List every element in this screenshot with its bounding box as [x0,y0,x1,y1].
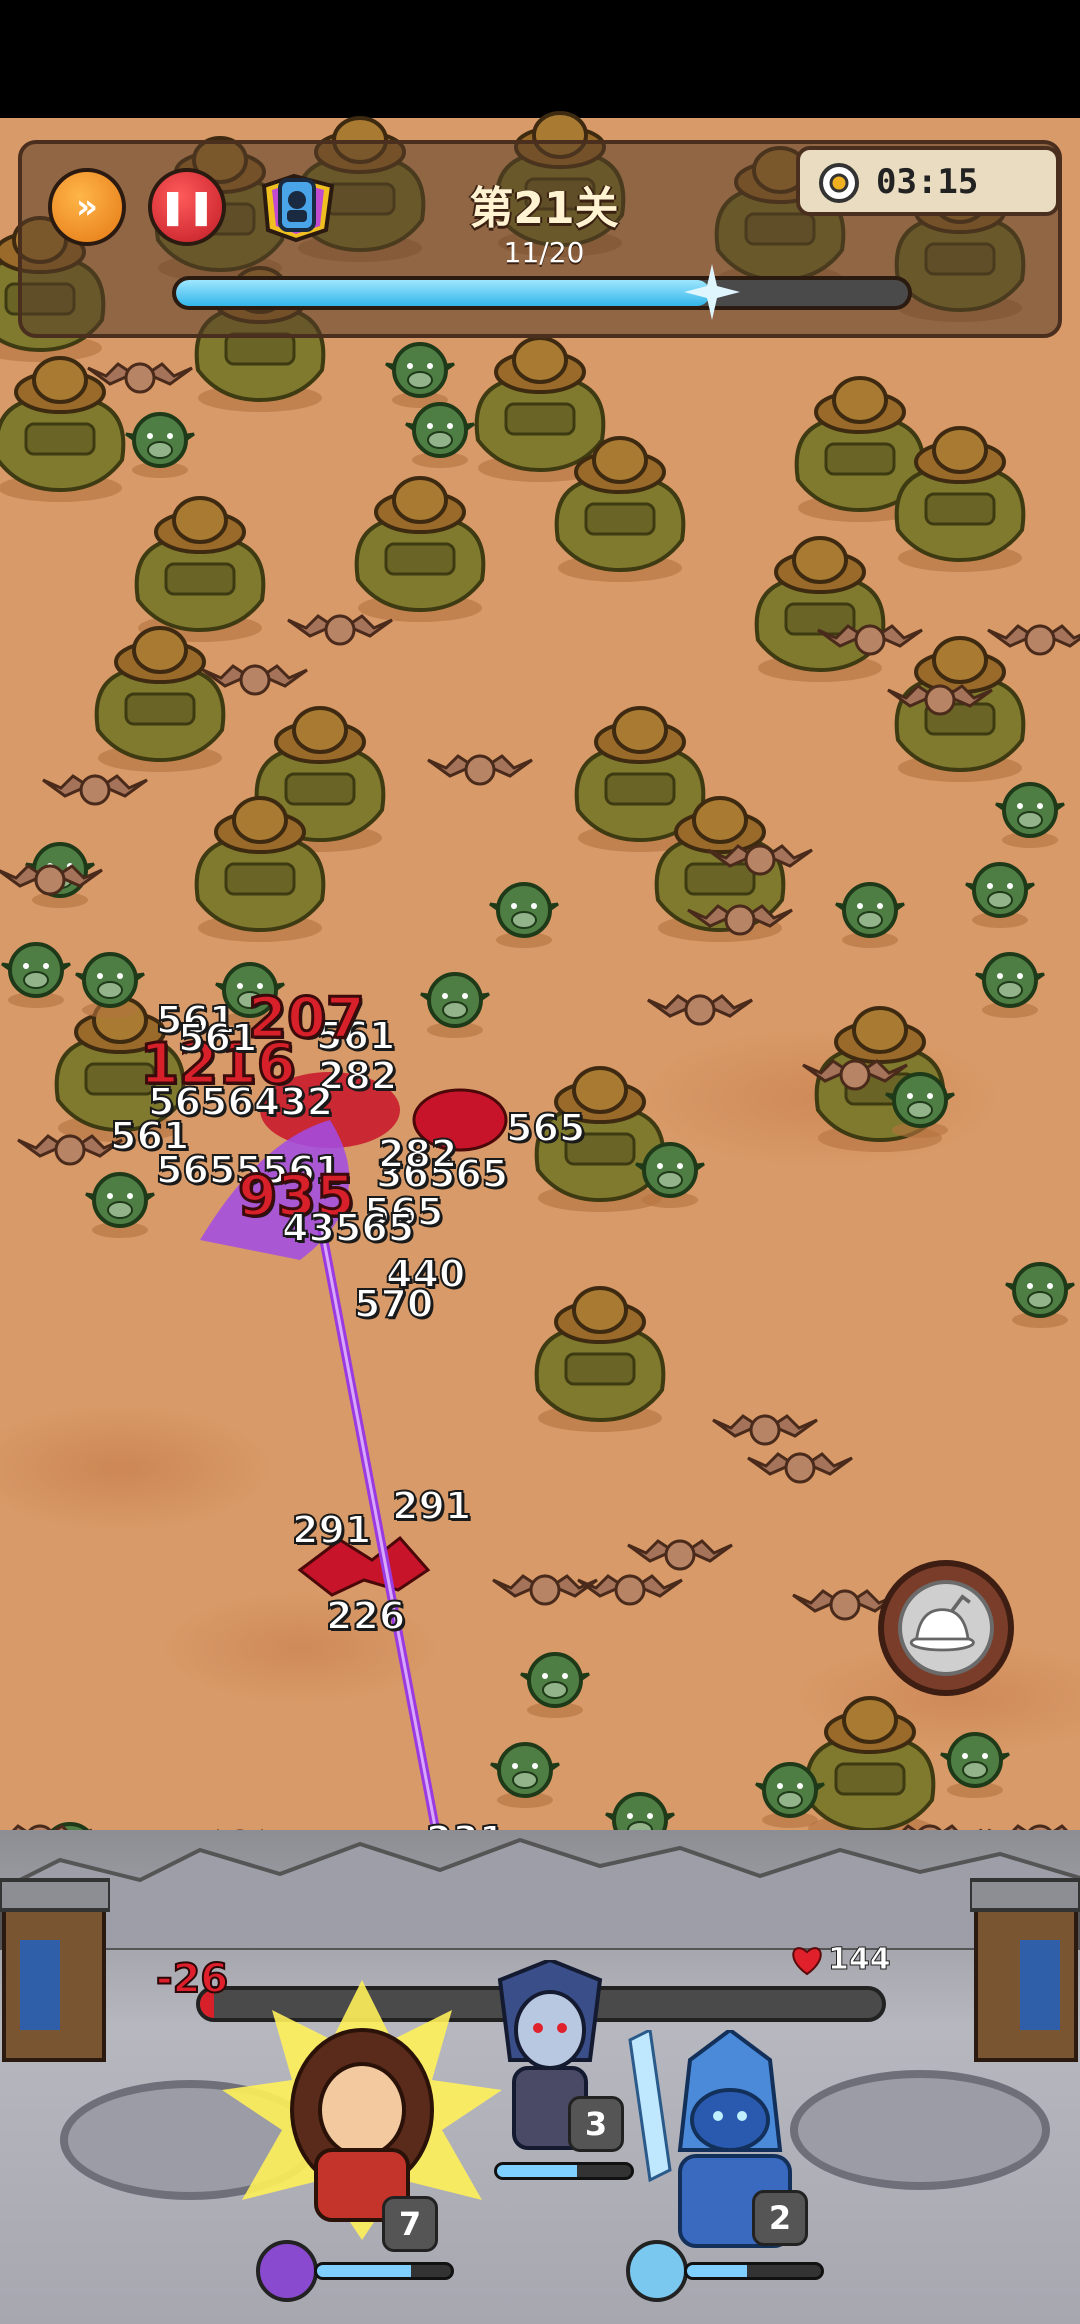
hero-mana-bar [684,2262,824,2280]
heart-icon [792,1947,822,1976]
damage-number: 570 [353,1281,434,1327]
damage-number: 282 [377,1131,458,1177]
wave-progress-bar [172,276,912,310]
hero-level-badge: 3 [568,2096,624,2152]
rock-wall [0,1837,1080,1950]
hero-level-badge: 7 [382,2196,438,2252]
wave-counter: 11/20 [503,236,585,269]
hero-mana-bar [494,2162,634,2180]
damage-number: 561 [177,1015,258,1061]
damage-number: 43565 [281,1205,415,1251]
hero-mana-bar [314,2262,454,2280]
clock-icon [819,163,859,203]
right-tower [970,1878,1080,2062]
damage-number: 565 [505,1105,586,1151]
left-tower [0,1878,110,2062]
wave-progress-fill [176,280,711,306]
food-plate-icon [898,1580,994,1676]
progress-spark-icon [684,264,741,320]
damage-number: 291 [391,1483,472,1529]
timer-text: 03:15 [876,162,979,202]
hero-mana-fill [687,2265,748,2277]
hero-level-badge: 2 [752,2190,808,2246]
hero-mana-fill [317,2265,411,2277]
ice-skill-icon[interactable] [626,2240,688,2302]
damage-number: 291 [291,1507,372,1553]
bow-skill-icon[interactable] [256,2240,318,2302]
hero-mana-fill [497,2165,578,2177]
timer-pill: 03:15 [796,146,1060,216]
hero-archer[interactable] [212,1980,512,2240]
food-skill-button[interactable] [878,1560,1014,1696]
top-hud: » ❚❚ 第21关 11/20 03:15 [18,140,1062,338]
base-hp-value: 144 [828,1942,892,1978]
damage-number: 226 [325,1593,406,1639]
